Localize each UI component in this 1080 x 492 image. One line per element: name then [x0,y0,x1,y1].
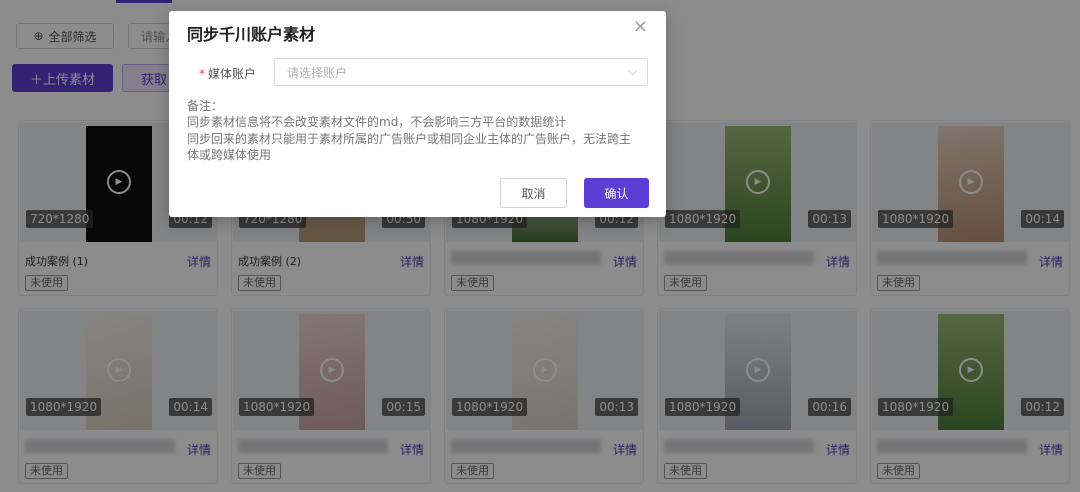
media-account-label-text: 媒体账户 [208,67,257,81]
note-line-1: 同步素材信息将不会改变素材文件的md，不会影响三方平台的数据统计 [187,115,567,129]
required-mark: * [199,67,205,81]
sync-account-material-dialog: 同步千川账户素材 × * 媒体账户 请选择账户 ⌵ 备注： 同步素材信息将不会改变… [169,11,666,217]
select-placeholder: 请选择账户 [287,65,348,80]
cancel-button[interactable]: 取消 [500,178,567,208]
note-line-3: 体或跨媒体使用 [187,148,272,162]
media-account-select[interactable]: 请选择账户 ⌵ [274,58,648,86]
chevron-down-icon: ⌵ [627,64,637,78]
dialog-title: 同步千川账户素材 [187,25,316,44]
confirm-button[interactable]: 确认 [584,178,649,208]
note-line-2: 同步回来的素材只能用于素材所属的广告账户或相同企业主体的广告账户，无法跨主 [187,132,632,146]
close-icon[interactable]: × [633,18,648,36]
note-title: 备注： [187,99,224,113]
media-account-label: * 媒体账户 [199,65,256,82]
